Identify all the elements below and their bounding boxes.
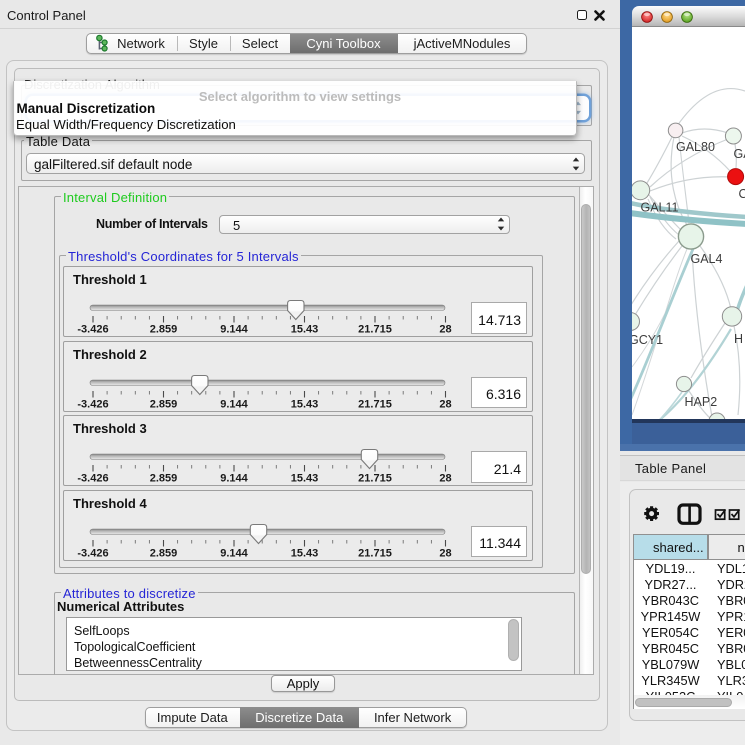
svg-text:GAL11: GAL11 xyxy=(641,201,679,215)
svg-text:15.43: 15.43 xyxy=(291,547,319,559)
svg-text:9.144: 9.144 xyxy=(220,547,248,559)
svg-text:28: 28 xyxy=(439,323,451,335)
svg-text:HAP2: HAP2 xyxy=(685,395,718,409)
svg-text:GAL80: GAL80 xyxy=(676,140,715,154)
svg-text:GAL4: GAL4 xyxy=(691,252,723,266)
svg-text:2.859: 2.859 xyxy=(150,472,178,484)
svg-text:28: 28 xyxy=(439,547,451,559)
svg-text:15.43: 15.43 xyxy=(291,398,319,410)
svg-text:21.715: 21.715 xyxy=(358,547,392,559)
svg-text:GCY1: GCY1 xyxy=(632,333,663,347)
svg-text:28: 28 xyxy=(439,472,451,484)
svg-text:9.144: 9.144 xyxy=(220,472,248,484)
svg-text:-3.426: -3.426 xyxy=(77,547,108,559)
svg-text:-3.426: -3.426 xyxy=(77,472,108,484)
svg-text:2.859: 2.859 xyxy=(150,547,178,559)
svg-text:2.859: 2.859 xyxy=(150,398,178,410)
svg-text:21.715: 21.715 xyxy=(358,323,392,335)
svg-text:H: H xyxy=(734,332,743,346)
svg-text:21.715: 21.715 xyxy=(358,398,392,410)
svg-text:9.144: 9.144 xyxy=(220,323,248,335)
svg-text:28: 28 xyxy=(439,398,451,410)
svg-text:-3.426: -3.426 xyxy=(77,323,108,335)
svg-text:GA: GA xyxy=(734,147,745,161)
svg-text:-3.426: -3.426 xyxy=(77,398,108,410)
svg-text:C: C xyxy=(739,187,745,201)
svg-text:2.859: 2.859 xyxy=(150,323,178,335)
svg-text:9.144: 9.144 xyxy=(220,398,248,410)
svg-text:21.715: 21.715 xyxy=(358,472,392,484)
svg-text:15.43: 15.43 xyxy=(291,472,319,484)
svg-text:15.43: 15.43 xyxy=(291,323,319,335)
